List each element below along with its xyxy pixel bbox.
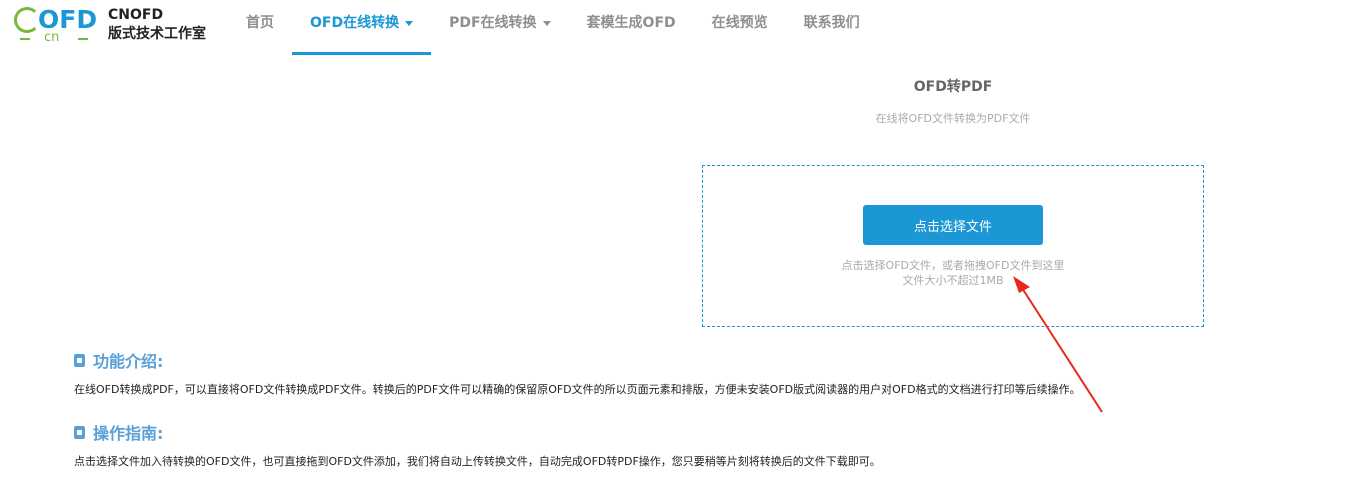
- nav-item-label: OFD在线转换: [310, 15, 400, 31]
- nav-item-label: 在线预览: [711, 15, 768, 31]
- logo-dash-right: [78, 38, 88, 40]
- nav-item-contact[interactable]: 联系我们: [786, 0, 878, 52]
- nav-item-template-ofd[interactable]: 套模生成OFD: [569, 0, 694, 52]
- nav-item-ofd-convert[interactable]: OFD在线转换: [292, 0, 432, 55]
- site-logo[interactable]: OFD cn: [14, 4, 97, 48]
- document-icon: [74, 353, 85, 367]
- file-size-limit: 文件大小不超过1MB: [902, 274, 1004, 287]
- choose-file-button[interactable]: 点击选择文件: [863, 205, 1043, 245]
- nav-item-pdf-convert[interactable]: PDF在线转换: [431, 0, 568, 52]
- nav-item-label: 套模生成OFD: [586, 15, 676, 31]
- guide-heading-label: 操作指南:: [93, 424, 164, 443]
- dropzone-hint: 点击选择OFD文件，或者拖拽OFD文件到这里: [841, 259, 1065, 272]
- site-header: OFD cn CNOFD 版式技术工作室 首页 OFD在线转换 PDF在线转换 …: [0, 0, 1368, 56]
- brand-subtitle: 版式技术工作室: [108, 26, 206, 42]
- chevron-down-icon: [405, 20, 414, 26]
- brand-block: CNOFD 版式技术工作室: [108, 7, 206, 44]
- chevron-down-icon: [542, 20, 551, 26]
- converter-subtitle: 在线将OFD文件转换为PDF文件: [875, 112, 1031, 125]
- guide-text: 点击选择文件加入待转换的OFD文件，也可直接拖到OFD文件添加，我们将自动上传转…: [74, 455, 881, 468]
- brand-name: CNOFD: [108, 7, 164, 23]
- logo-subtext: cn: [44, 30, 60, 45]
- guide-heading: 操作指南:: [74, 420, 163, 444]
- nav-item-label: 联系我们: [803, 15, 860, 31]
- converter-title: OFD转PDF: [913, 79, 993, 95]
- intro-text: 在线OFD转换成PDF，可以直接将OFD文件转换成PDF文件。转换后的PDF文件…: [74, 383, 1081, 396]
- nav-item-online-preview[interactable]: 在线预览: [694, 0, 786, 52]
- document-icon: [74, 425, 85, 439]
- nav-item-label: 首页: [246, 15, 274, 31]
- intro-heading: 功能介绍:: [74, 348, 163, 372]
- logo-dash-left: [20, 38, 30, 40]
- nav-item-label: PDF在线转换: [449, 15, 537, 31]
- main-nav: 首页 OFD在线转换 PDF在线转换 套模生成OFD 在线预览 联系我们: [228, 0, 878, 55]
- file-dropzone[interactable]: 点击选择文件 点击选择OFD文件，或者拖拽OFD文件到这里 文件大小不超过1MB: [702, 165, 1204, 327]
- nav-item-home[interactable]: 首页: [228, 0, 292, 52]
- intro-heading-label: 功能介绍:: [93, 352, 164, 371]
- logo-ring-shape: [14, 7, 40, 33]
